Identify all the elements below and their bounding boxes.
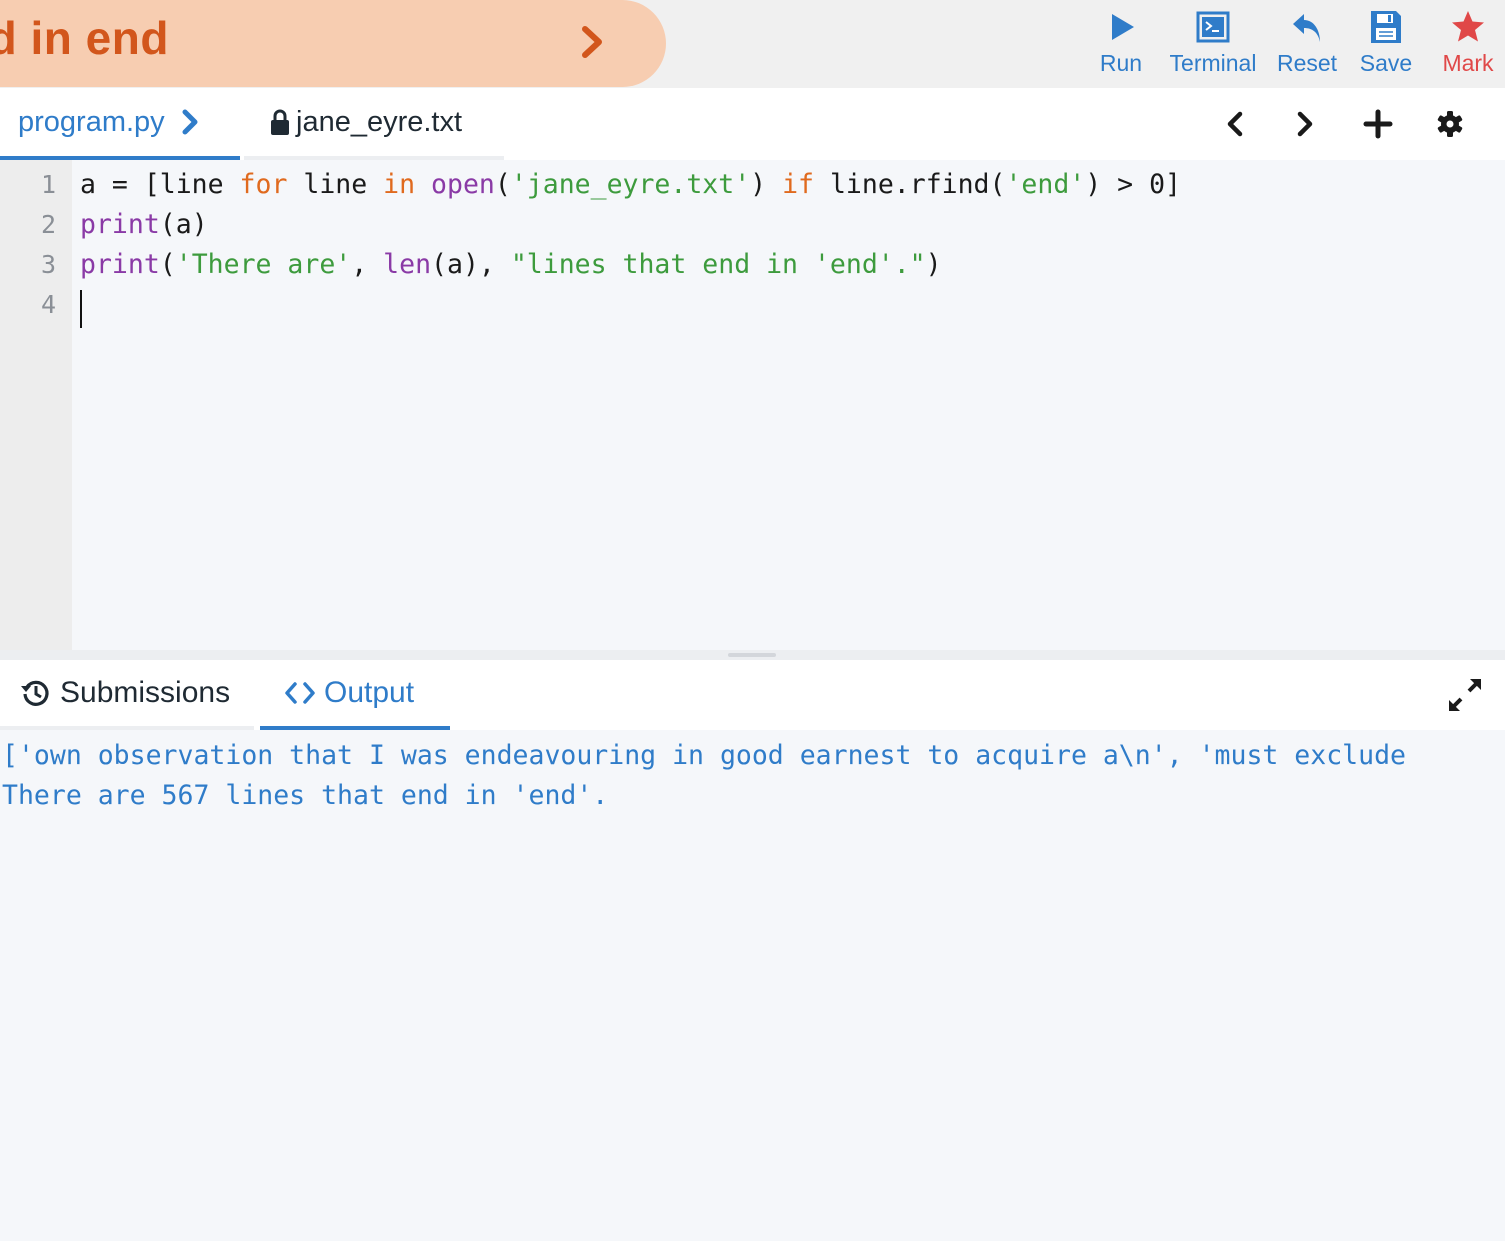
save-button[interactable]: Save: [1356, 8, 1416, 82]
code-token: line.rfind(: [814, 169, 1006, 200]
code-token: 'end': [1005, 169, 1086, 200]
code-token: 'jane_eyre.txt': [510, 169, 751, 200]
code-token: ) > 0]: [1085, 169, 1181, 200]
code-token: for: [239, 169, 288, 200]
code-token: 'There are': [175, 249, 352, 280]
tab-jane-label: jane_eyre.txt: [296, 105, 463, 138]
tab-output[interactable]: Output: [260, 660, 450, 730]
code-token: open: [431, 169, 495, 200]
chevron-right-icon[interactable]: [1287, 106, 1323, 142]
tab-program-py[interactable]: program.py: [0, 88, 240, 160]
play-icon: [1112, 14, 1134, 40]
line-number: 2: [40, 210, 56, 239]
code-token: ,: [351, 249, 384, 280]
code-token: "lines that end in 'end'.": [510, 249, 926, 280]
code-token: len: [383, 249, 432, 280]
plus-icon[interactable]: [1360, 106, 1396, 142]
code-token: ): [925, 249, 942, 280]
code-icon: [285, 682, 315, 704]
terminal-button[interactable]: Terminal: [1165, 8, 1261, 82]
save-label: Save: [1359, 50, 1413, 76]
code-token: print: [80, 209, 160, 240]
output-panel: ['own observation that I was endeavourin…: [0, 730, 1505, 1241]
output-line: There are 567 lines that end in 'end'.: [2, 780, 609, 811]
code-token: (: [494, 169, 511, 200]
line-number: 1: [40, 170, 56, 199]
code-token: (a),: [431, 249, 511, 280]
top-toolbar: nd in end Run Terminal Reset: [0, 0, 1505, 88]
line-number-gutter: 1 2 3 4: [0, 160, 72, 650]
tab-program-label: program.py: [18, 105, 165, 138]
terminal-label: Terminal: [1169, 50, 1257, 76]
tab-submissions[interactable]: Submissions: [0, 660, 254, 730]
chevron-right-icon[interactable]: [577, 24, 607, 60]
line-number: 3: [40, 250, 56, 279]
run-button[interactable]: Run: [1094, 8, 1148, 82]
code-token: line: [287, 169, 384, 200]
code-token: (a): [159, 209, 208, 240]
file-tab-bar: program.py jane_eyre.txt: [0, 88, 1505, 160]
code-line[interactable]: print(a): [80, 205, 208, 245]
panel-splitter[interactable]: [0, 650, 1505, 660]
mark-button[interactable]: Mark: [1436, 8, 1500, 82]
code-line[interactable]: a = [line for line in open('jane_eyre.tx…: [80, 165, 1181, 205]
code-editor[interactable]: 1 2 3 4 a = [line for line in open('jane…: [0, 160, 1505, 650]
splitter-handle[interactable]: [728, 653, 776, 657]
code-token: ): [750, 169, 783, 200]
expand-icon[interactable]: [1446, 676, 1484, 714]
lock-icon: [271, 109, 289, 135]
text-cursor: [80, 290, 82, 328]
history-icon: [21, 680, 49, 706]
exercise-title-banner[interactable]: nd in end: [0, 0, 666, 87]
chevron-left-icon[interactable]: [1217, 106, 1253, 142]
mark-label: Mark: [1442, 50, 1494, 76]
tab-submissions-label: Submissions: [60, 676, 231, 709]
output-line: ['own observation that I was endeavourin…: [2, 740, 1406, 771]
tab-jane-eyre-txt[interactable]: jane_eyre.txt: [244, 88, 504, 160]
code-token: (: [159, 249, 176, 280]
save-icon: [1371, 11, 1401, 43]
code-line[interactable]: print('There are', len(a), "lines that e…: [80, 245, 942, 285]
run-label: Run: [1099, 50, 1143, 76]
code-token: if: [782, 169, 815, 200]
chevron-right-icon: [182, 109, 198, 135]
code-token: print: [80, 249, 160, 280]
tab-output-label: Output: [324, 676, 415, 709]
code-token: a = [line: [80, 169, 240, 200]
bottom-tab-bar: Submissions Output: [0, 660, 1505, 730]
reset-icon: [1293, 14, 1320, 42]
reset-label: Reset: [1276, 50, 1338, 76]
gear-icon[interactable]: [1432, 106, 1468, 142]
terminal-icon: [1196, 11, 1230, 43]
exercise-title: nd in end: [0, 12, 169, 64]
line-number: 4: [40, 290, 56, 319]
code-token: in: [383, 169, 416, 200]
reset-button[interactable]: Reset: [1272, 8, 1342, 82]
star-icon: [1452, 11, 1484, 42]
